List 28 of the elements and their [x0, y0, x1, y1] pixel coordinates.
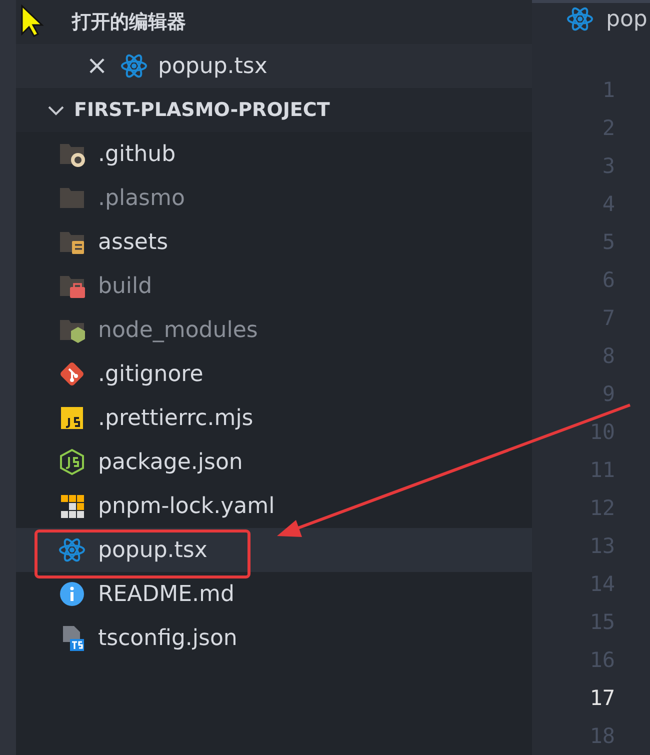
- atom-icon: [120, 52, 148, 80]
- file-tree-item[interactable]: build: [16, 264, 532, 308]
- file-tree-item[interactable]: tsconfig.json: [16, 616, 532, 660]
- file-tree-item[interactable]: assets: [16, 220, 532, 264]
- close-icon[interactable]: ×: [84, 53, 110, 79]
- project-title: FIRST-PLASMO-PROJECT: [74, 99, 330, 121]
- file-tree-item[interactable]: .gitignore: [16, 352, 532, 396]
- file-tree-item[interactable]: README.md: [16, 572, 532, 616]
- file-tree-item[interactable]: node_modules: [16, 308, 532, 352]
- file-tree-item[interactable]: package.json: [16, 440, 532, 484]
- atom-icon: [58, 536, 86, 564]
- file-tree-item[interactable]: popup.tsx: [16, 528, 532, 572]
- js-file-icon: [58, 404, 86, 432]
- file-tree-item[interactable]: .github: [16, 132, 532, 176]
- project-header[interactable]: FIRST-PLASMO-PROJECT: [16, 88, 532, 132]
- file-tree-item[interactable]: pnpm-lock.yaml: [16, 484, 532, 528]
- grid-icon: [58, 492, 86, 520]
- file-name: popup.tsx: [158, 54, 268, 78]
- info-icon: [58, 580, 86, 608]
- atom-icon: [566, 5, 594, 33]
- section-title[interactable]: 打开的编辑器: [72, 9, 186, 35]
- open-editor-item[interactable]: × popup.tsx: [16, 44, 532, 88]
- hexagon-icon: [58, 448, 86, 476]
- file-tree-item[interactable]: .prettierrc.mjs: [16, 396, 532, 440]
- file-tree-item[interactable]: .plasmo: [16, 176, 532, 220]
- cursor-icon: [21, 4, 44, 37]
- line-number: 17: [590, 685, 615, 712]
- editor-tab[interactable]: pop: [532, 0, 650, 35]
